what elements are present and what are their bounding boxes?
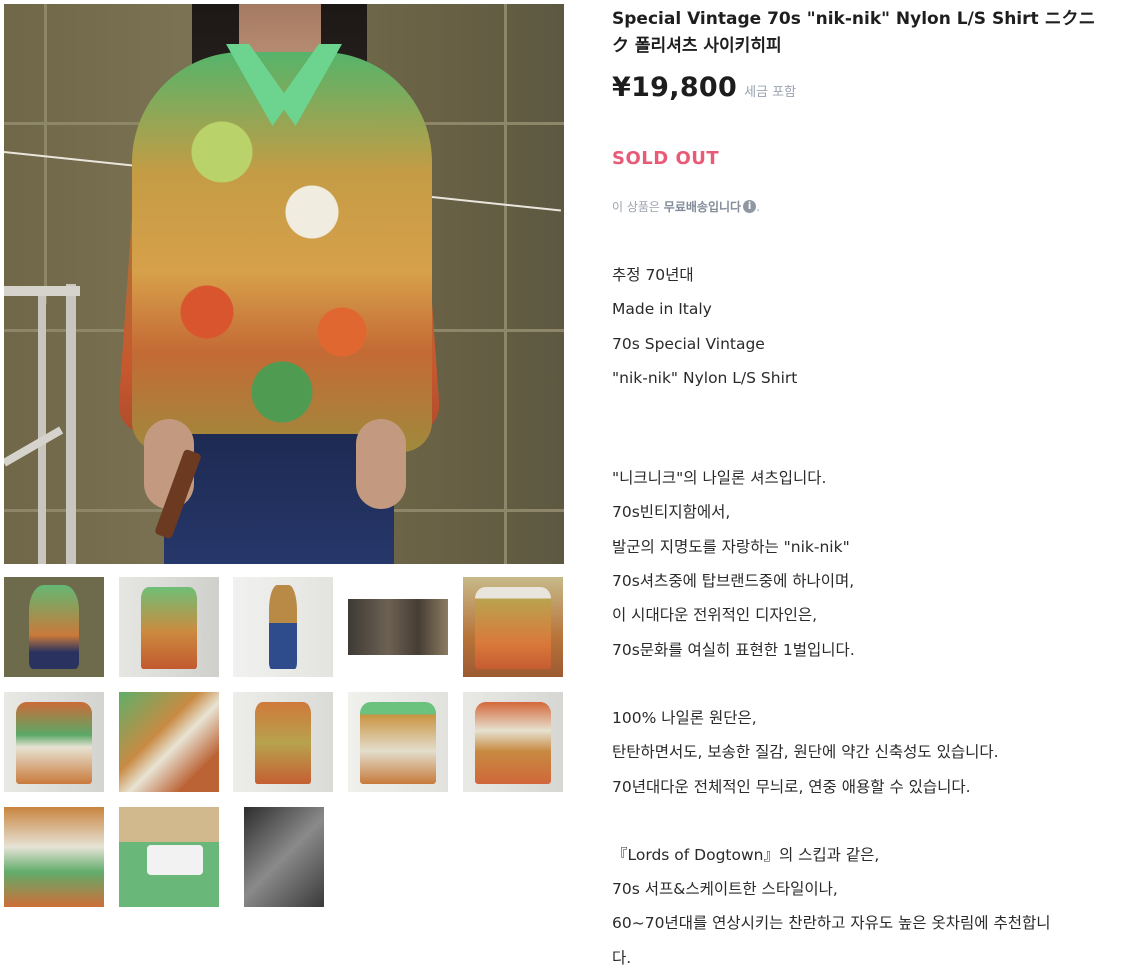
description-line: 발군의 지명도를 자랑하는 "nik-nik": [612, 537, 850, 556]
description-line: "니크니크"의 나일론 셔츠입니다.: [612, 469, 827, 488]
product-title: Special Vintage 70s "nik-nik" Nylon L/S …: [612, 9, 1096, 56]
thumbnail-9[interactable]: [348, 692, 448, 792]
thumbnail-5[interactable]: [463, 577, 563, 677]
sold-out-badge: SOLD OUT: [612, 148, 720, 169]
shipping-free-label: 무료배송: [663, 200, 708, 214]
tax-note: 세금 포함: [744, 85, 797, 100]
shipping-suffix: 입니다: [707, 200, 742, 214]
spec-line: Made in Italy: [612, 300, 712, 319]
thumbnail-7[interactable]: [119, 692, 219, 792]
description-line: 『Lords of Dogtown』의 스킵과 같은,: [612, 845, 880, 864]
shipping-note: 이 상품은 무료배송 입니다 i .: [612, 198, 760, 215]
thumbnail-10[interactable]: [463, 692, 563, 792]
description-line: 60~70년대를 연상시키는 찬란하고 자유도 높은 옷차림에 추천합니: [612, 914, 1051, 933]
thumbnail-4[interactable]: [348, 577, 448, 677]
product-price: ¥19,800: [612, 72, 738, 103]
thumbnail-8[interactable]: [233, 692, 333, 792]
spec-line: 추정 70년대: [612, 266, 694, 284]
thumbnail-12[interactable]: [119, 807, 219, 907]
price-row: ¥19,800 세금 포함: [612, 72, 796, 103]
description-line: 70s셔츠중에 탑브랜드중에 하나이며,: [612, 572, 855, 591]
thumbnail-3[interactable]: [233, 577, 333, 677]
main-product-image[interactable]: [4, 4, 564, 564]
description-line: 다.: [612, 948, 632, 967]
thumbnail-1[interactable]: [4, 577, 104, 677]
shipping-prefix: 이 상품은: [612, 200, 664, 214]
info-circle-icon[interactable]: i: [743, 200, 757, 213]
product-description: 추정 70년대 Made in Italy 70s Special Vintag…: [612, 258, 1122, 975]
thumbnail-11[interactable]: [4, 807, 104, 907]
spec-line: 70s Special Vintage: [612, 334, 765, 353]
thumbnail-13[interactable]: [244, 807, 324, 907]
description-line: 70년대다운 전체적인 무늬로, 연중 애용할 수 있습니다.: [612, 777, 971, 796]
thumbnail-2[interactable]: [119, 577, 219, 677]
thumbnail-6[interactable]: [4, 692, 104, 792]
description-line: 100% 나일론 원단은,: [612, 708, 757, 727]
description-line: 70s빈티지함에서,: [612, 503, 731, 522]
description-line: 70s문화를 여실히 표현한 1벌입니다.: [612, 640, 855, 659]
description-line: 이 시대다운 전위적인 디자인은,: [612, 606, 818, 625]
shipping-end: .: [756, 199, 760, 214]
description-line: 탄탄하면서도, 보송한 질감, 원단에 약간 신축성도 있습니다.: [612, 743, 999, 762]
spec-line: "nik-nik" Nylon L/S Shirt: [612, 368, 798, 387]
description-line: 70s 서프&스케이트한 스타일이나,: [612, 880, 838, 899]
